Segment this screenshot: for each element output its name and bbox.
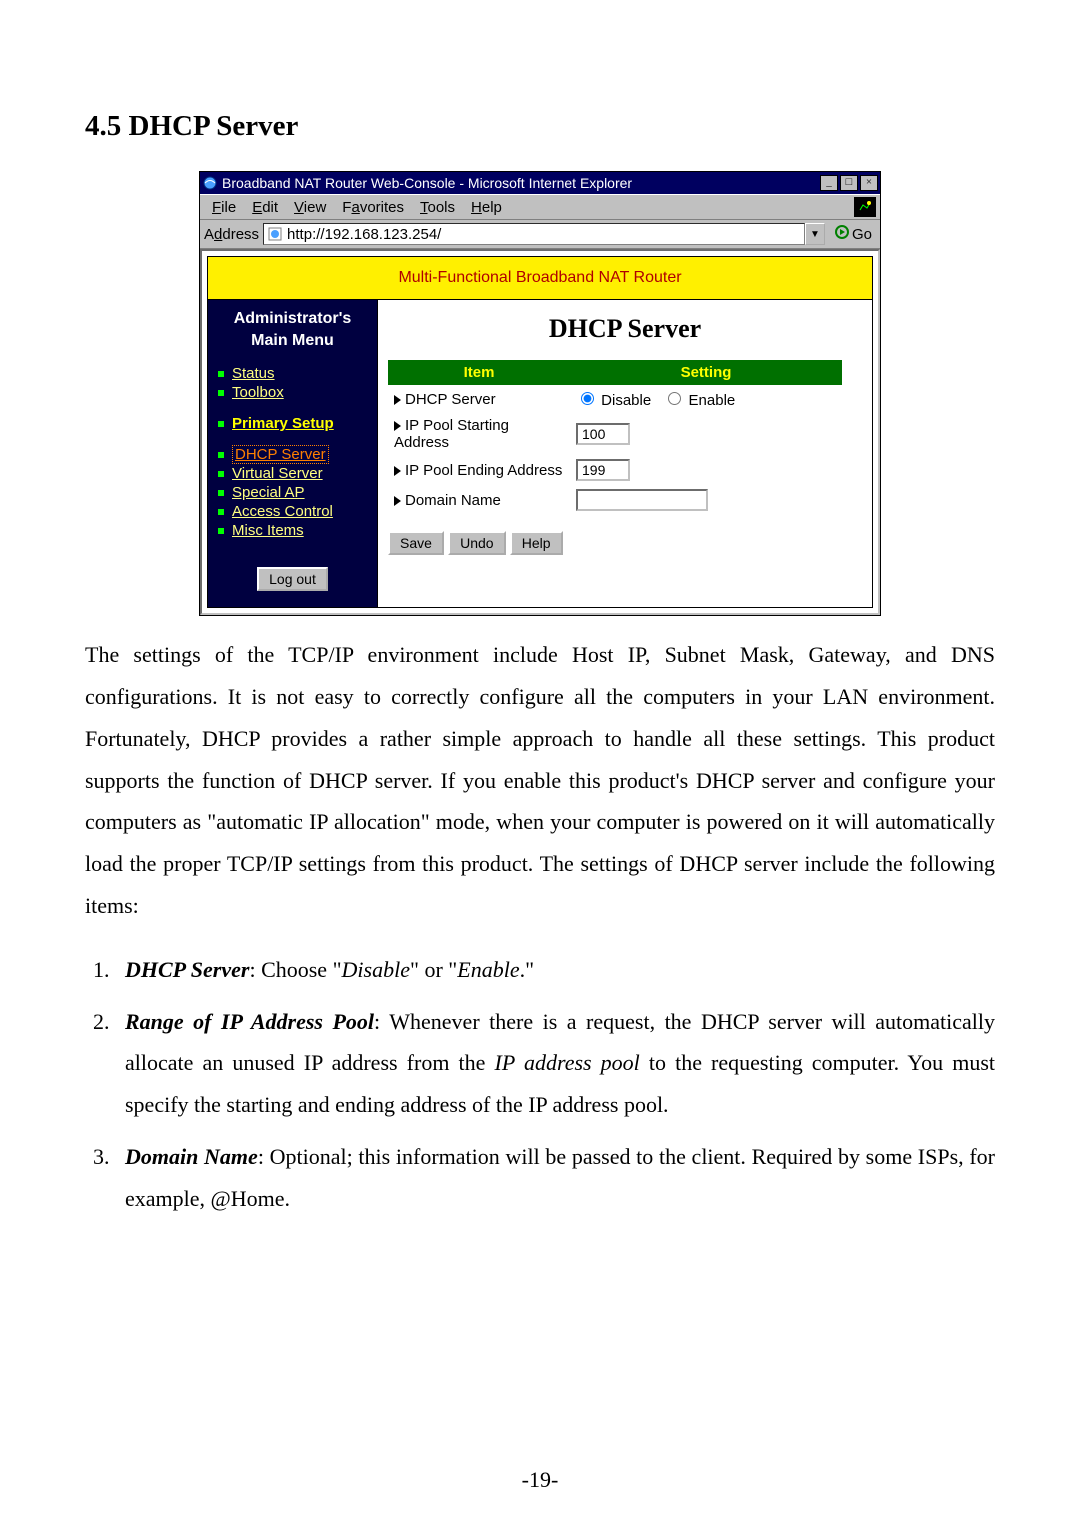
menu-file[interactable]: File xyxy=(204,198,244,217)
bullet-icon xyxy=(218,371,224,377)
triangle-icon xyxy=(394,466,401,476)
maximize-button[interactable]: □ xyxy=(840,175,858,191)
titlebar: Broadband NAT Router Web-Console - Micro… xyxy=(200,172,880,194)
row-domain: Domain Name xyxy=(388,485,842,515)
row-ip-start: IP Pool Starting Address xyxy=(388,413,842,455)
radio-enable[interactable]: Enable xyxy=(663,392,735,409)
bullet-icon xyxy=(218,452,224,458)
menu-tools[interactable]: Tools xyxy=(412,198,463,217)
sidebar: Administrator's Main Menu Status Toolbox… xyxy=(208,300,378,607)
sidebar-item-dhcp-server[interactable]: DHCP Server xyxy=(218,446,367,463)
bullet-icon xyxy=(218,528,224,534)
help-button[interactable]: Help xyxy=(510,531,563,555)
radio-disable[interactable]: Disable xyxy=(576,392,651,409)
triangle-icon xyxy=(394,421,401,431)
address-value: http://192.168.123.254/ xyxy=(287,226,441,243)
label-ip-start: IP Pool Starting Address xyxy=(394,417,509,451)
sidebar-item-special-ap[interactable]: Special AP xyxy=(218,484,367,501)
intro-paragraph: The settings of the TCP/IP environment i… xyxy=(85,634,995,927)
router-box: Multi-Functional Broadband NAT Router Ad… xyxy=(207,256,873,608)
sidebar-item-access-control[interactable]: Access Control xyxy=(218,503,367,520)
router-banner: Multi-Functional Broadband NAT Router xyxy=(208,257,872,300)
sidebar-item-status[interactable]: Status xyxy=(218,365,367,382)
menu-view[interactable]: View xyxy=(286,198,334,217)
label-domain: Domain Name xyxy=(405,492,501,509)
logout-button[interactable]: Log out xyxy=(257,567,328,591)
label-dhcp-server: DHCP Server xyxy=(405,391,496,408)
ie-page-icon xyxy=(267,226,283,242)
list-item: Domain Name: Optional; this information … xyxy=(115,1136,995,1220)
sidebar-item-virtual-server[interactable]: Virtual Server xyxy=(218,465,367,482)
col-item-header: Item xyxy=(388,360,570,385)
bullet-icon xyxy=(218,471,224,477)
triangle-icon xyxy=(394,395,401,405)
window-title: Broadband NAT Router Web-Console - Micro… xyxy=(222,175,820,191)
undo-button[interactable]: Undo xyxy=(448,531,505,555)
go-label: Go xyxy=(852,226,872,243)
section-heading: 4.5 DHCP Server xyxy=(85,110,995,143)
addressbar: Address http://192.168.123.254/ ▼ Go xyxy=(200,220,880,249)
go-icon xyxy=(835,225,849,243)
content-frame: Multi-Functional Broadband NAT Router Ad… xyxy=(200,249,880,615)
input-ip-end[interactable] xyxy=(576,459,630,481)
save-button[interactable]: Save xyxy=(388,531,444,555)
bullet-icon xyxy=(218,390,224,396)
address-input[interactable]: http://192.168.123.254/ xyxy=(263,223,805,245)
sidebar-title: Administrator's Main Menu xyxy=(218,308,367,351)
label-ip-end: IP Pool Ending Address xyxy=(405,462,562,479)
triangle-icon xyxy=(394,496,401,506)
ie-window: Broadband NAT Router Web-Console - Micro… xyxy=(199,171,881,616)
menubar: File Edit View Favorites Tools Help xyxy=(200,194,880,220)
bullet-icon xyxy=(218,490,224,496)
list-item: DHCP Server: Choose "Disable" or "Enable… xyxy=(115,949,995,991)
input-ip-start[interactable] xyxy=(576,423,630,445)
menu-favorites[interactable]: Favorites xyxy=(334,198,412,217)
bullet-icon xyxy=(218,421,224,427)
input-domain[interactable] xyxy=(576,489,708,511)
sidebar-item-misc-items[interactable]: Misc Items xyxy=(218,522,367,539)
sidebar-item-toolbox[interactable]: Toolbox xyxy=(218,384,367,401)
address-dropdown[interactable]: ▼ xyxy=(805,223,825,245)
throbber-icon xyxy=(854,197,876,217)
ie-app-icon xyxy=(202,175,218,191)
sidebar-item-primary-setup[interactable]: Primary Setup xyxy=(218,415,367,432)
col-setting-header: Setting xyxy=(570,360,842,385)
page-number: -19- xyxy=(0,1467,1080,1493)
settings-table: Item Setting DHCP Server Disable Enable xyxy=(388,360,842,515)
menu-help[interactable]: Help xyxy=(463,198,510,217)
main-panel: DHCP Server Item Setting DHCP Server Dis… xyxy=(378,300,872,607)
close-button[interactable]: × xyxy=(860,175,878,191)
address-label: Address xyxy=(204,226,263,243)
list-item: Range of IP Address Pool: Whenever there… xyxy=(115,1001,995,1126)
go-button[interactable]: Go xyxy=(831,225,876,243)
bullet-icon xyxy=(218,509,224,515)
numbered-list: DHCP Server: Choose "Disable" or "Enable… xyxy=(85,949,995,1220)
minimize-button[interactable]: _ xyxy=(820,175,838,191)
menu-edit[interactable]: Edit xyxy=(244,198,286,217)
row-ip-end: IP Pool Ending Address xyxy=(388,455,842,485)
page-title: DHCP Server xyxy=(388,314,862,344)
row-dhcp-server: DHCP Server Disable Enable xyxy=(388,385,842,413)
